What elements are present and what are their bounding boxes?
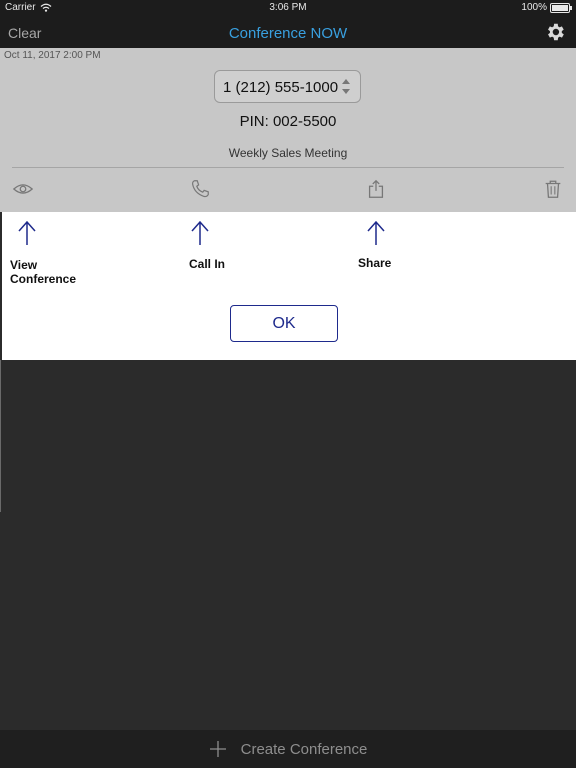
tutorial-overlay: View Conference Call In Share OK <box>2 212 576 360</box>
meeting-title: Weekly Sales Meeting <box>228 146 348 160</box>
battery-icon <box>550 2 572 13</box>
trash-icon[interactable] <box>542 178 564 200</box>
plus-icon <box>209 741 226 757</box>
phone-number-value: 1 (212) 555-1000 <box>223 79 339 96</box>
status-bar: Carrier 3:06 PM 100% <box>0 0 576 16</box>
updown-chevron-icon <box>342 79 350 94</box>
app-title: Conference NOW <box>228 25 348 42</box>
conference-panel: Oct 11, 2017 2:00 PM 1 (212) 555-1000 PI… <box>0 48 576 212</box>
hint-call-in: Call In <box>189 257 226 271</box>
battery-percent: 100% <box>521 2 547 13</box>
conference-pin: PIN: 002-5500 <box>239 113 337 130</box>
eye-icon[interactable] <box>12 178 34 200</box>
gear-icon[interactable] <box>544 21 566 43</box>
navigation-bar: Clear Conference NOW <box>0 16 576 48</box>
phone-icon[interactable] <box>189 178 211 200</box>
share-icon[interactable] <box>365 178 387 200</box>
ok-button[interactable]: OK <box>230 305 338 342</box>
phone-number-select[interactable]: 1 (212) 555-1000 <box>214 70 361 103</box>
hint-view-conference: View Conference <box>10 258 77 286</box>
left-edge-line <box>0 360 1 512</box>
arrow-up-icon <box>18 220 36 245</box>
divider <box>12 167 564 168</box>
create-conference-label: Create Conference <box>240 740 368 758</box>
hint-share: Share <box>358 256 392 270</box>
status-time: 3:06 PM <box>269 2 307 13</box>
conference-date: Oct 11, 2017 2:00 PM <box>4 50 101 61</box>
arrow-up-icon <box>367 220 385 245</box>
battery-area: 100% <box>521 2 572 13</box>
arrow-up-icon <box>191 220 209 245</box>
create-conference-button[interactable]: Create Conference <box>0 730 576 768</box>
